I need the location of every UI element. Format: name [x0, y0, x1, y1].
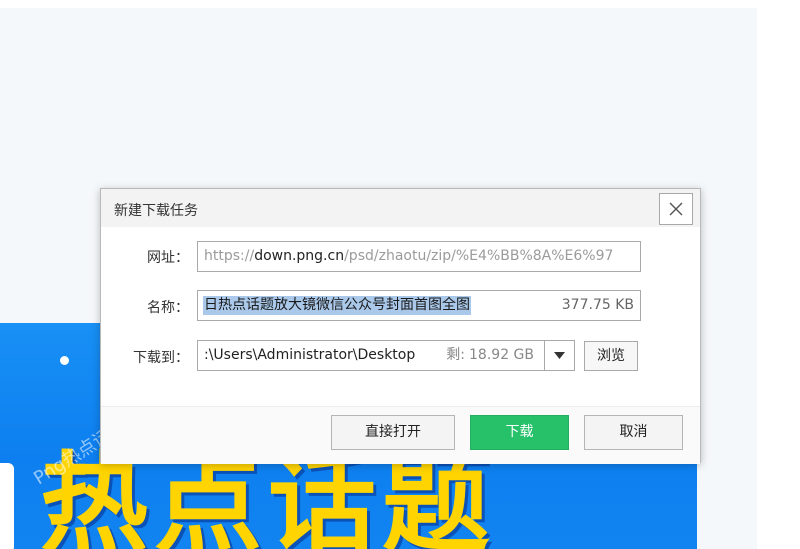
url-host: down.png.cn	[254, 248, 345, 264]
close-button[interactable]	[659, 193, 693, 225]
free-space-label: 剩:	[446, 347, 466, 363]
close-icon	[669, 202, 683, 216]
page-right-margin	[757, 0, 800, 549]
filename-value: 日热点话题放大镜微信公众号封面首图全图	[203, 296, 471, 315]
url-prefix: https://	[204, 248, 255, 264]
banner-headline: 热点话题	[40, 442, 497, 549]
download-button[interactable]: 下载	[470, 415, 569, 450]
name-label: 名称：	[147, 300, 189, 316]
free-space-value: 18.92 GB	[469, 347, 534, 363]
browse-button[interactable]: 浏览	[584, 341, 638, 371]
url-label: 网址：	[147, 250, 189, 266]
free-space: 剩: 18.92 GB	[446, 341, 534, 370]
dialog-title: 新建下载任务	[114, 203, 198, 219]
cancel-button[interactable]: 取消	[584, 415, 683, 450]
url-field[interactable]: https://down.png.cn/psd/zhaotu/zip/%E4%B…	[197, 241, 641, 272]
file-size: 377.75 KB	[561, 297, 634, 313]
save-path-dropdown[interactable]	[544, 340, 575, 371]
open-directly-button[interactable]: 直接打开	[331, 415, 455, 450]
save-to-label: 下载到：	[133, 350, 189, 366]
banner-dot-white	[60, 356, 69, 365]
filename-field[interactable]: 日热点话题放大镜微信公众号封面首图全图 377.75 KB	[197, 290, 641, 321]
new-download-dialog: 新建下载任务 网址： https://down.png.cn/psd/zhaot…	[100, 188, 701, 464]
dialog-title-bar[interactable]: 新建下载任务	[101, 189, 700, 227]
caret-down-icon	[554, 352, 565, 359]
save-path-value: :\Users\Administrator\Desktop	[204, 347, 416, 363]
save-path-field[interactable]: :\Users\Administrator\Desktop 剩: 18.92 GB	[197, 340, 545, 371]
banner-edge-shape	[0, 463, 14, 549]
url-path: /psd/zhaotu/zip/%E4%BB%8A%E6%97	[344, 248, 614, 264]
